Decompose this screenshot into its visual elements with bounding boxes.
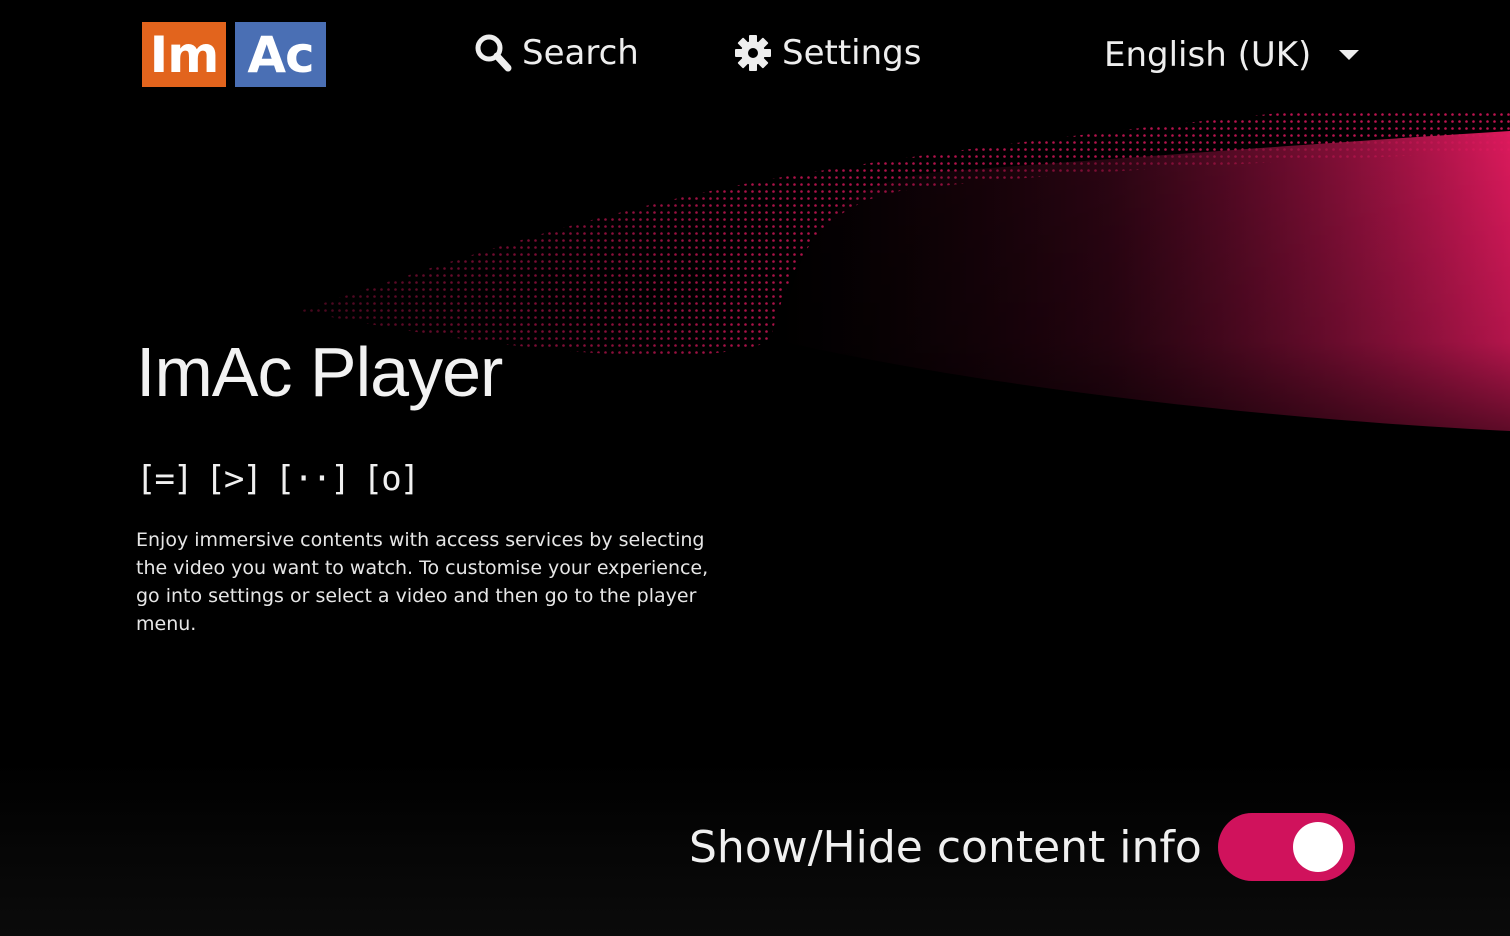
search-label: Search — [522, 33, 639, 73]
imac-logo[interactable]: Im Ac — [142, 22, 326, 87]
page-title: ImAc Player — [136, 333, 503, 411]
language-label: English (UK) — [1104, 35, 1312, 75]
content-info-toggle-label: Show/Hide content info — [689, 822, 1202, 873]
logo-im: Im — [142, 22, 226, 87]
settings-label: Settings — [782, 33, 922, 73]
audio-description-icon: [>] — [205, 459, 262, 499]
logo-ac: Ac — [235, 22, 326, 87]
intro-description: Enjoy immersive contents with access ser… — [136, 529, 709, 635]
settings-link[interactable]: Settings — [734, 28, 921, 78]
subtitles-icon: [=] — [136, 459, 193, 499]
search-link[interactable]: Search — [474, 28, 639, 78]
toggle-knob — [1293, 822, 1343, 872]
audio-subtitles-icon: [o] — [362, 459, 420, 499]
search-icon — [475, 34, 512, 72]
content-info-toggle[interactable] — [1218, 813, 1355, 881]
page: Im Ac Search Settings English (UK) ImAc … — [0, 0, 1510, 936]
chevron-down-icon — [1339, 50, 1360, 60]
sign-language-icon: [··] — [274, 459, 351, 499]
language-select[interactable]: English (UK) — [1104, 30, 1360, 80]
gear-icon — [735, 35, 771, 71]
header: Im Ac Search Settings English (UK) — [0, 0, 1510, 111]
access-services-icons: [=] [>] [··] [o] — [136, 456, 420, 502]
